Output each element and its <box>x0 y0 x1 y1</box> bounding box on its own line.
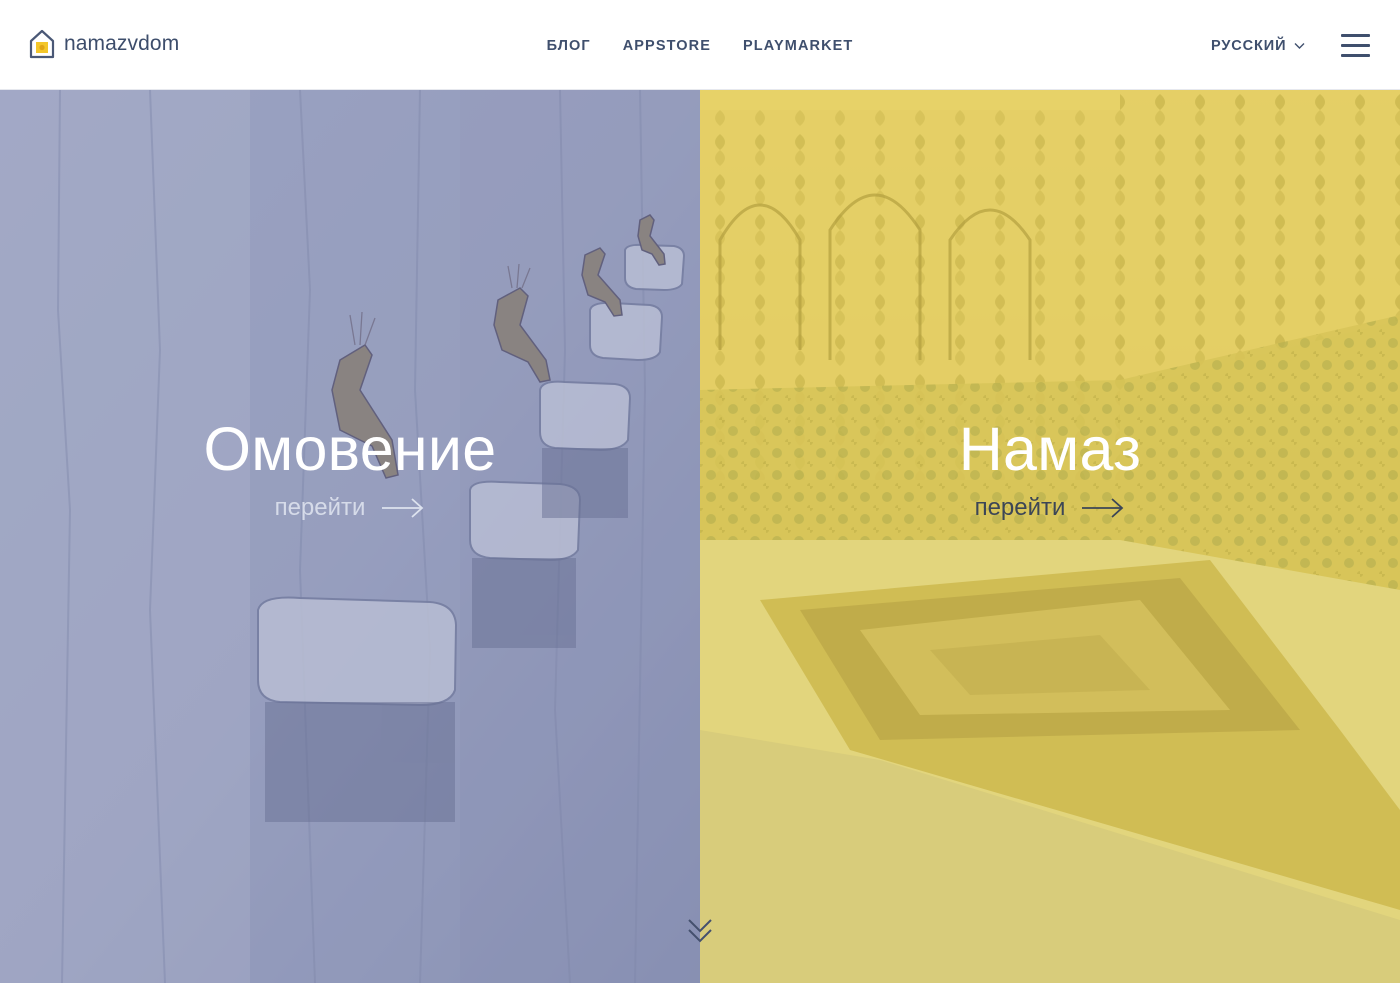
ablution-content: Омовение перейти <box>0 412 700 523</box>
menu-line <box>1341 54 1370 57</box>
language-label: РУССКИЙ <box>1211 38 1287 54</box>
prayer-content: Намаз перейти <box>700 412 1400 523</box>
ablution-title: Омовение <box>203 415 497 483</box>
double-chevron-down-icon[interactable] <box>687 917 713 945</box>
ablution-go-link[interactable]: перейти <box>275 493 426 523</box>
main-nav: БЛОГ APPSTORE PLAYMARKET <box>0 36 1400 56</box>
language-selector[interactable]: РУССКИЙ <box>1211 36 1305 56</box>
logo-text: namazvdom <box>64 32 180 55</box>
menu-line <box>1341 44 1370 47</box>
house-logo-icon <box>29 29 55 59</box>
hamburger-menu-icon[interactable] <box>1341 34 1370 58</box>
site-header: namazvdom БЛОГ APPSTORE PLAYMARKET РУССК… <box>0 0 1400 90</box>
prayer-title: Намаз <box>958 415 1142 483</box>
arrow-right-icon <box>382 498 424 518</box>
nav-item-appstore[interactable]: APPSTORE <box>623 36 711 56</box>
nav-item-blog[interactable]: БЛОГ <box>547 36 591 56</box>
ablution-background-image <box>0 90 700 983</box>
nav-item-playmarket[interactable]: PLAYMARKET <box>743 36 853 56</box>
prayer-go-link[interactable]: перейти <box>975 493 1126 523</box>
prayer-panel[interactable]: Намаз перейти <box>700 90 1400 983</box>
ablution-go-label: перейти <box>274 494 366 521</box>
ablution-panel[interactable]: Омовение перейти <box>0 90 700 983</box>
arrow-right-icon <box>1082 498 1124 518</box>
chevron-down-icon <box>1294 43 1305 49</box>
prayer-go-label: перейти <box>974 494 1066 521</box>
prayer-background-image <box>700 90 1400 983</box>
logo[interactable]: namazvdom <box>29 29 179 59</box>
menu-line <box>1341 34 1370 37</box>
